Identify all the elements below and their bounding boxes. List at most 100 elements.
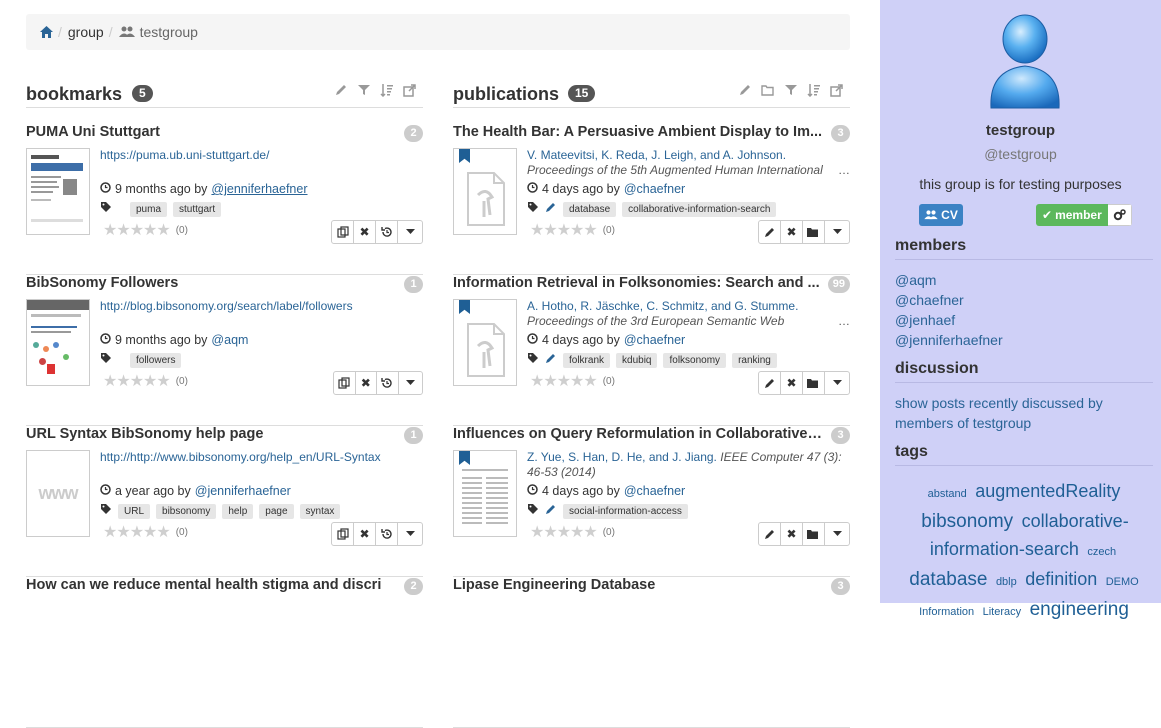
post-title[interactable]: BibSonomy Followers: [26, 275, 396, 291]
export-icon[interactable]: [403, 83, 417, 97]
post-user[interactable]: @jenniferhaefner: [195, 484, 291, 498]
tag[interactable]: syntax: [299, 503, 341, 519]
post-title[interactable]: How can we reduce mental health stigma a…: [26, 577, 396, 593]
post-title[interactable]: URL Syntax BibSonomy help page: [26, 426, 396, 442]
member-settings-button[interactable]: [1107, 204, 1132, 226]
citation-authors[interactable]: Z. Yue, S. Han, D. He, and J. Jiang.: [527, 450, 717, 464]
dropdown-button[interactable]: [825, 221, 849, 243]
home-icon[interactable]: [40, 26, 53, 38]
star-icon[interactable]: ★★★★★: [530, 522, 598, 542]
breadcrumb-group[interactable]: group: [68, 24, 104, 40]
star-icon[interactable]: ★★★★★: [103, 371, 171, 391]
edit-button[interactable]: [759, 523, 781, 545]
member-link[interactable]: @jenhaef: [895, 310, 1003, 330]
post-count-badge[interactable]: 3: [831, 125, 850, 142]
tag[interactable]: bibsonomy: [156, 503, 217, 519]
tag-cloud-item[interactable]: Literacy: [983, 606, 1022, 618]
filter-icon[interactable]: [357, 83, 371, 97]
edit-button[interactable]: [759, 372, 781, 394]
tag[interactable]: followers: [130, 352, 182, 368]
tag-cloud-item[interactable]: Information: [919, 606, 974, 618]
filter-icon[interactable]: [784, 83, 798, 97]
pencil-icon[interactable]: [334, 83, 348, 97]
star-rating[interactable]: ★★★★★ (0): [103, 220, 188, 240]
dropdown-button[interactable]: [399, 372, 422, 394]
discussion-link[interactable]: show posts recently discussed by members…: [895, 393, 1135, 433]
post-count-badge[interactable]: 1: [404, 276, 423, 293]
tag[interactable]: kdubiq: [616, 352, 658, 368]
citation-authors[interactable]: A. Hotho, R. Jäschke, C. Schmitz, and G.…: [527, 299, 798, 313]
dropdown-button[interactable]: [398, 221, 422, 243]
post-count-badge[interactable]: 3: [831, 578, 850, 595]
tag-cloud-item[interactable]: czech: [1087, 546, 1116, 558]
edit-tags-icon[interactable]: [545, 200, 557, 218]
star-rating[interactable]: ★★★★★ (0): [530, 371, 615, 391]
export-icon[interactable]: [830, 83, 844, 97]
tag-cloud-item[interactable]: dblp: [996, 576, 1017, 588]
dropdown-button[interactable]: [825, 372, 849, 394]
post-user[interactable]: @jenniferhaefner: [211, 182, 307, 196]
tag[interactable]: stuttgart: [173, 201, 222, 217]
citation-authors[interactable]: V. Mateevitsi, K. Reda, J. Leigh, and A.…: [527, 148, 786, 162]
post-title[interactable]: Information Retrieval in Folksonomies: S…: [453, 275, 823, 291]
star-icon[interactable]: ★★★★★: [103, 220, 171, 240]
tag-cloud-item[interactable]: definition: [1025, 569, 1097, 589]
sort-icon[interactable]: [807, 83, 821, 97]
star-icon[interactable]: ★★★★★: [530, 220, 598, 240]
member-link[interactable]: @aqm: [895, 270, 1003, 290]
folder-button[interactable]: [803, 372, 825, 394]
delete-button[interactable]: ✖: [781, 372, 803, 394]
member-link[interactable]: @jenniferhaefner: [895, 330, 1003, 350]
tag[interactable]: puma: [130, 201, 168, 217]
member-button[interactable]: ✔ member: [1036, 204, 1108, 226]
star-rating[interactable]: ★★★★★ (0): [103, 371, 188, 391]
document-thumbnail[interactable]: [453, 299, 517, 386]
post-user[interactable]: @aqm: [211, 333, 248, 347]
pencil-icon[interactable]: [738, 83, 752, 97]
tag[interactable]: social-information-access: [563, 503, 688, 519]
tag[interactable]: URL: [118, 503, 151, 519]
post-count-badge[interactable]: 99: [827, 276, 850, 293]
post-thumbnail[interactable]: www: [26, 450, 90, 537]
tag[interactable]: folksonomy: [663, 352, 727, 368]
star-icon[interactable]: ★★★★★: [530, 371, 598, 391]
tag[interactable]: ranking: [732, 352, 777, 368]
history-button[interactable]: [376, 523, 398, 545]
star-rating[interactable]: ★★★★★ (0): [103, 522, 188, 542]
tag[interactable]: collaborative-information-search: [622, 201, 777, 217]
edit-tags-icon[interactable]: [545, 502, 557, 520]
post-url[interactable]: http://blog.bibsonomy.org/search/label/f…: [100, 299, 353, 313]
history-button[interactable]: [377, 372, 399, 394]
tag-cloud-item[interactable]: bibsonomy: [921, 511, 1013, 532]
post-title[interactable]: The Health Bar: A Persuasive Ambient Dis…: [453, 124, 823, 140]
post-thumbnail[interactable]: [26, 148, 90, 235]
tag-cloud-item[interactable]: engineering: [1030, 599, 1129, 620]
post-count-badge[interactable]: 3: [831, 427, 850, 444]
sort-icon[interactable]: [380, 83, 394, 97]
folder-button[interactable]: [803, 221, 825, 243]
post-title[interactable]: PUMA Uni Stuttgart: [26, 124, 396, 140]
tag[interactable]: page: [259, 503, 294, 519]
edit-tags-icon[interactable]: [545, 351, 557, 369]
dropdown-button[interactable]: [398, 523, 422, 545]
member-link[interactable]: @chaefner: [895, 290, 1003, 310]
tag-cloud-item[interactable]: augmentedReality: [975, 481, 1120, 501]
post-count-badge[interactable]: 1: [404, 427, 423, 444]
dropdown-button[interactable]: [825, 523, 849, 545]
copy-button[interactable]: [332, 523, 354, 545]
star-rating[interactable]: ★★★★★ (0): [530, 220, 615, 240]
post-url[interactable]: https://puma.ub.uni-stuttgart.de/: [100, 148, 269, 162]
delete-button[interactable]: ✖: [781, 221, 803, 243]
post-user[interactable]: @chaefner: [624, 333, 685, 347]
tag[interactable]: database: [563, 201, 617, 217]
copy-button[interactable]: [334, 372, 356, 394]
post-thumbnail[interactable]: [26, 299, 90, 386]
post-count-badge[interactable]: 2: [404, 578, 423, 595]
post-user[interactable]: @chaefner: [624, 484, 685, 498]
history-button[interactable]: [376, 221, 398, 243]
star-rating[interactable]: ★★★★★ (0): [530, 522, 615, 542]
post-title[interactable]: Influences on Query Reformulation in Col…: [453, 426, 823, 442]
folder-icon[interactable]: [761, 83, 775, 97]
edit-button[interactable]: [759, 221, 781, 243]
tag-cloud-item[interactable]: database: [909, 569, 987, 590]
